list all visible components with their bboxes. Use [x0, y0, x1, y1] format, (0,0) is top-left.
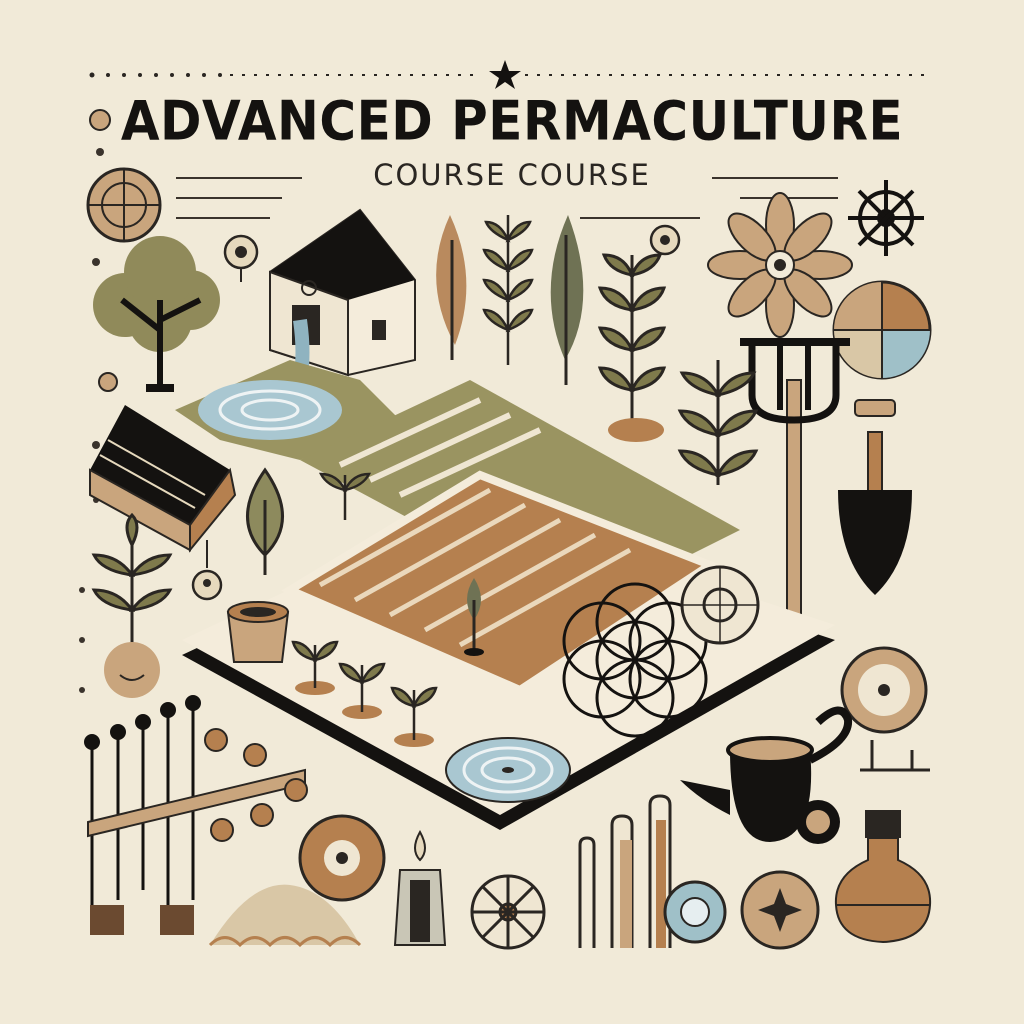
sapling-icon	[318, 472, 372, 520]
jar-icon	[834, 810, 932, 944]
flower-mandala-icon	[707, 192, 853, 338]
barn-icon	[269, 208, 416, 377]
shelf-icon	[860, 740, 930, 772]
spiral-pond-icon	[445, 737, 571, 803]
feather-leaf-icon	[550, 215, 584, 385]
pitchfork-icon	[740, 338, 850, 621]
herb-icon	[677, 360, 759, 485]
keyhole-icon	[191, 540, 223, 601]
illustration	[79, 60, 932, 950]
seed-disc-icon	[840, 646, 928, 734]
potted-plant-icon	[91, 512, 173, 698]
poster: ADVANCED PERMACULTURE COURSE COURSE	[0, 0, 1024, 1024]
tube-rack-icon	[578, 794, 672, 948]
tree-icon	[93, 236, 220, 392]
fern-icon	[482, 215, 534, 365]
page-subtitle: COURSE COURSE	[373, 158, 651, 192]
small-ring-icon	[649, 224, 681, 256]
page-title: ADVANCED PERMACULTURE	[120, 89, 904, 153]
pie-chart-icon	[832, 280, 932, 380]
drop-leaf-icon	[246, 467, 284, 575]
pot-icon	[226, 601, 290, 663]
bottle-icon	[393, 829, 447, 946]
trowel-icon	[838, 399, 912, 595]
wheel-icon	[470, 874, 546, 950]
sprout-icon	[597, 253, 667, 442]
seed-pod-icon	[223, 234, 259, 282]
star-icon	[489, 60, 521, 89]
leaf-icon	[436, 215, 467, 360]
sun-dial-icon	[740, 870, 820, 950]
target-disc-icon	[298, 814, 386, 902]
recycle-compass-icon	[680, 565, 760, 645]
water-dial-icon	[663, 880, 727, 944]
teapot-icon	[680, 706, 853, 844]
